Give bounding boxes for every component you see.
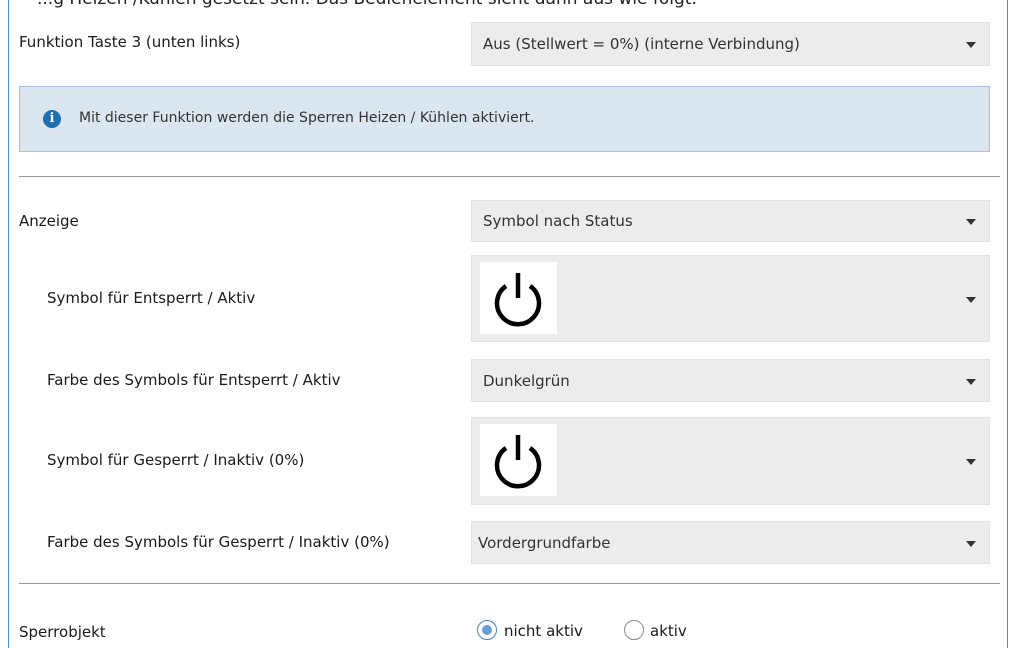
symbol-inaktiv-label: Symbol für Gesperrt / Inaktiv (0%)	[47, 451, 305, 469]
radio-aktiv-label[interactable]: aktiv	[650, 622, 687, 640]
radio-nicht-aktiv-label[interactable]: nicht aktiv	[504, 622, 583, 640]
chevron-down-icon	[966, 42, 976, 48]
anzeige-label: Anzeige	[19, 212, 79, 230]
radio-nicht-aktiv[interactable]	[477, 620, 497, 640]
symbol-inaktiv-select[interactable]	[471, 417, 990, 505]
symbol-aktiv-label: Symbol für Entsperrt / Aktiv	[47, 289, 256, 307]
farbe-inaktiv-label: Farbe des Symbols für Gesperrt / Inaktiv…	[47, 533, 390, 551]
funktion-label: Funktion Taste 3 (unten links)	[19, 33, 241, 51]
anzeige-value: Symbol nach Status	[483, 212, 633, 230]
power-icon	[494, 435, 542, 489]
info-text: Mit dieser Funktion werden die Sperren H…	[79, 110, 535, 126]
chevron-down-icon	[966, 297, 976, 303]
radio-aktiv[interactable]	[624, 620, 644, 640]
parameter-panel: ...g Heizen /Kühlen gesetzt sein. Das Be…	[8, 0, 1008, 648]
farbe-inaktiv-value: Vordergrundfarbe	[478, 534, 611, 552]
separator	[19, 583, 1000, 584]
info-box: i Mit dieser Funktion werden die Sperren…	[19, 86, 990, 152]
symbol-preview	[480, 424, 557, 496]
cut-off-heading: ...g Heizen /Kühlen gesetzt sein. Das Be…	[37, 0, 697, 9]
farbe-aktiv-value: Dunkelgrün	[483, 372, 570, 390]
funktion-value: Aus (Stellwert = 0%) (interne Verbindung…	[483, 35, 800, 53]
power-icon	[494, 273, 542, 327]
chevron-down-icon	[966, 459, 976, 465]
farbe-aktiv-label: Farbe des Symbols für Entsperrt / Aktiv	[47, 371, 341, 389]
symbol-aktiv-select[interactable]	[471, 255, 990, 342]
sperrobjekt-label: Sperrobjekt	[19, 623, 106, 641]
chevron-down-icon	[966, 379, 976, 385]
funktion-select[interactable]: Aus (Stellwert = 0%) (interne Verbindung…	[471, 22, 990, 66]
separator	[19, 176, 1000, 177]
chevron-down-icon	[966, 541, 976, 547]
symbol-preview	[480, 262, 557, 334]
chevron-down-icon	[966, 219, 976, 225]
farbe-inaktiv-select[interactable]: Vordergrundfarbe	[471, 521, 990, 564]
anzeige-select[interactable]: Symbol nach Status	[471, 200, 990, 242]
farbe-aktiv-select[interactable]: Dunkelgrün	[471, 359, 990, 402]
info-icon: i	[43, 110, 61, 128]
